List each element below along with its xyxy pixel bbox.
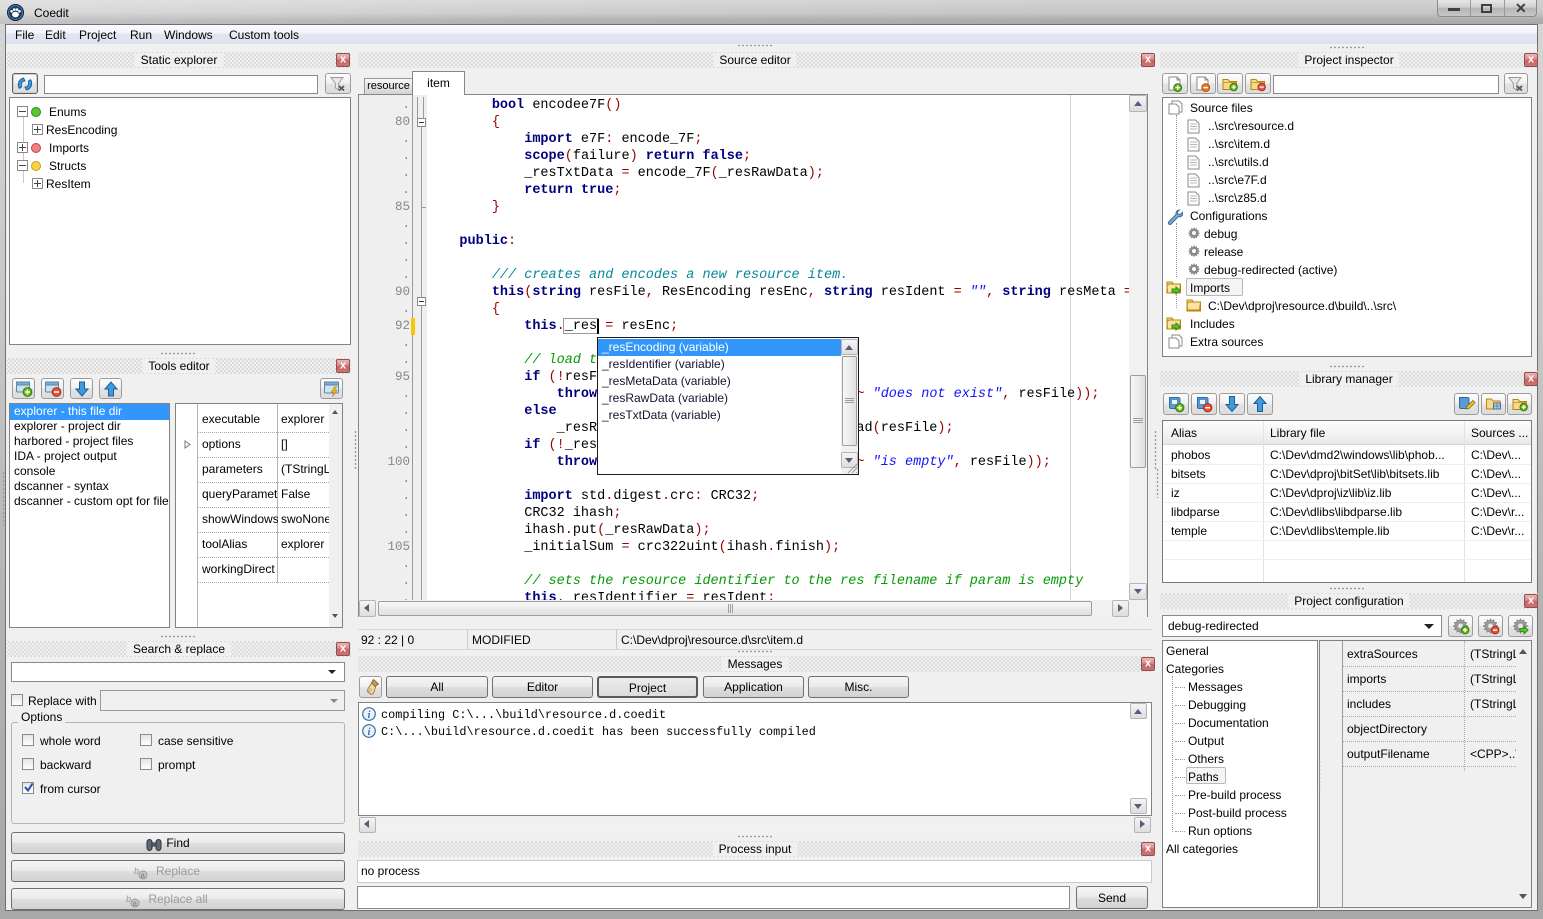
svg-text:b: b xyxy=(134,866,139,876)
svg-text:i: i xyxy=(368,710,371,721)
svg-text:a: a xyxy=(133,899,138,908)
svg-text:i: i xyxy=(368,727,371,738)
svg-text:a: a xyxy=(140,871,145,880)
svg-text:b: b xyxy=(126,894,131,904)
